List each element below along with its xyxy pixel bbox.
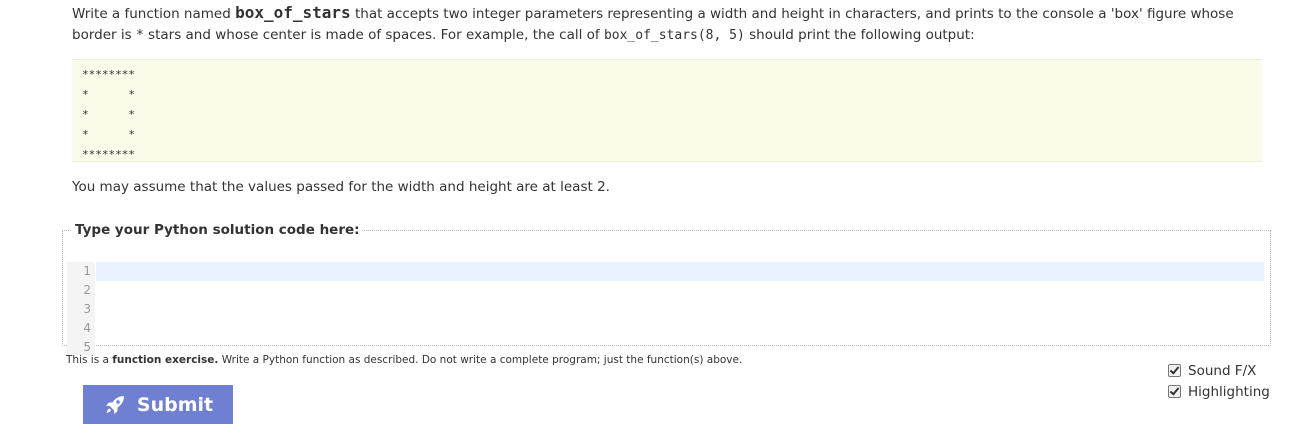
sound-fx-option[interactable]: Sound F/X	[1168, 360, 1270, 381]
code-line[interactable]	[96, 281, 1264, 300]
assumption-text: You may assume that the values passed fo…	[72, 179, 610, 195]
highlighting-checkbox[interactable]	[1168, 385, 1181, 398]
rocket-icon	[105, 395, 124, 414]
example-call: box_of_stars(8, 5)	[603, 28, 745, 43]
prompt-after-star: stars and whose center is made of spaces…	[143, 27, 604, 43]
expected-output: ******** * * * * * * ********	[82, 68, 135, 161]
code-line[interactable]	[96, 319, 1264, 338]
exercise-type-note: This is a function exercise. Write a Pyt…	[66, 354, 742, 366]
line-number: 1	[83, 264, 91, 278]
line-number-gutter: 1 2 3 4 5	[67, 262, 95, 355]
prompt-intro: Write a function named	[72, 6, 236, 22]
sound-fx-checkbox[interactable]	[1168, 364, 1181, 377]
code-editor[interactable]	[96, 262, 1264, 355]
line-number: 3	[83, 302, 91, 316]
note-suffix: Write a Python function as described. Do…	[218, 354, 743, 366]
highlighting-label: Highlighting	[1188, 383, 1270, 400]
submit-button[interactable]: Submit	[83, 385, 233, 424]
problem-description: Write a function named box_of_stars that…	[72, 2, 1267, 46]
editor-legend: Type your Python solution code here:	[75, 222, 360, 238]
expected-output-box: ******** * * * * * * ********	[72, 59, 1262, 162]
note-prefix: This is a	[66, 354, 113, 366]
options-panel: Sound F/X Highlighting	[1168, 360, 1270, 402]
code-line[interactable]	[96, 262, 1264, 281]
function-name: box_of_stars	[235, 3, 351, 22]
code-editor-fieldset: Type your Python solution code here: 1 2…	[62, 222, 1271, 355]
submit-label: Submit	[136, 393, 214, 416]
note-bold: function exercise.	[112, 354, 219, 366]
line-number: 4	[83, 321, 91, 335]
sound-fx-label: Sound F/X	[1188, 362, 1257, 379]
code-line[interactable]	[96, 300, 1264, 319]
line-number: 2	[83, 283, 91, 297]
highlighting-option[interactable]: Highlighting	[1168, 381, 1270, 402]
star-symbol: *	[135, 28, 144, 43]
prompt-after-call: should print the following output:	[744, 27, 975, 43]
